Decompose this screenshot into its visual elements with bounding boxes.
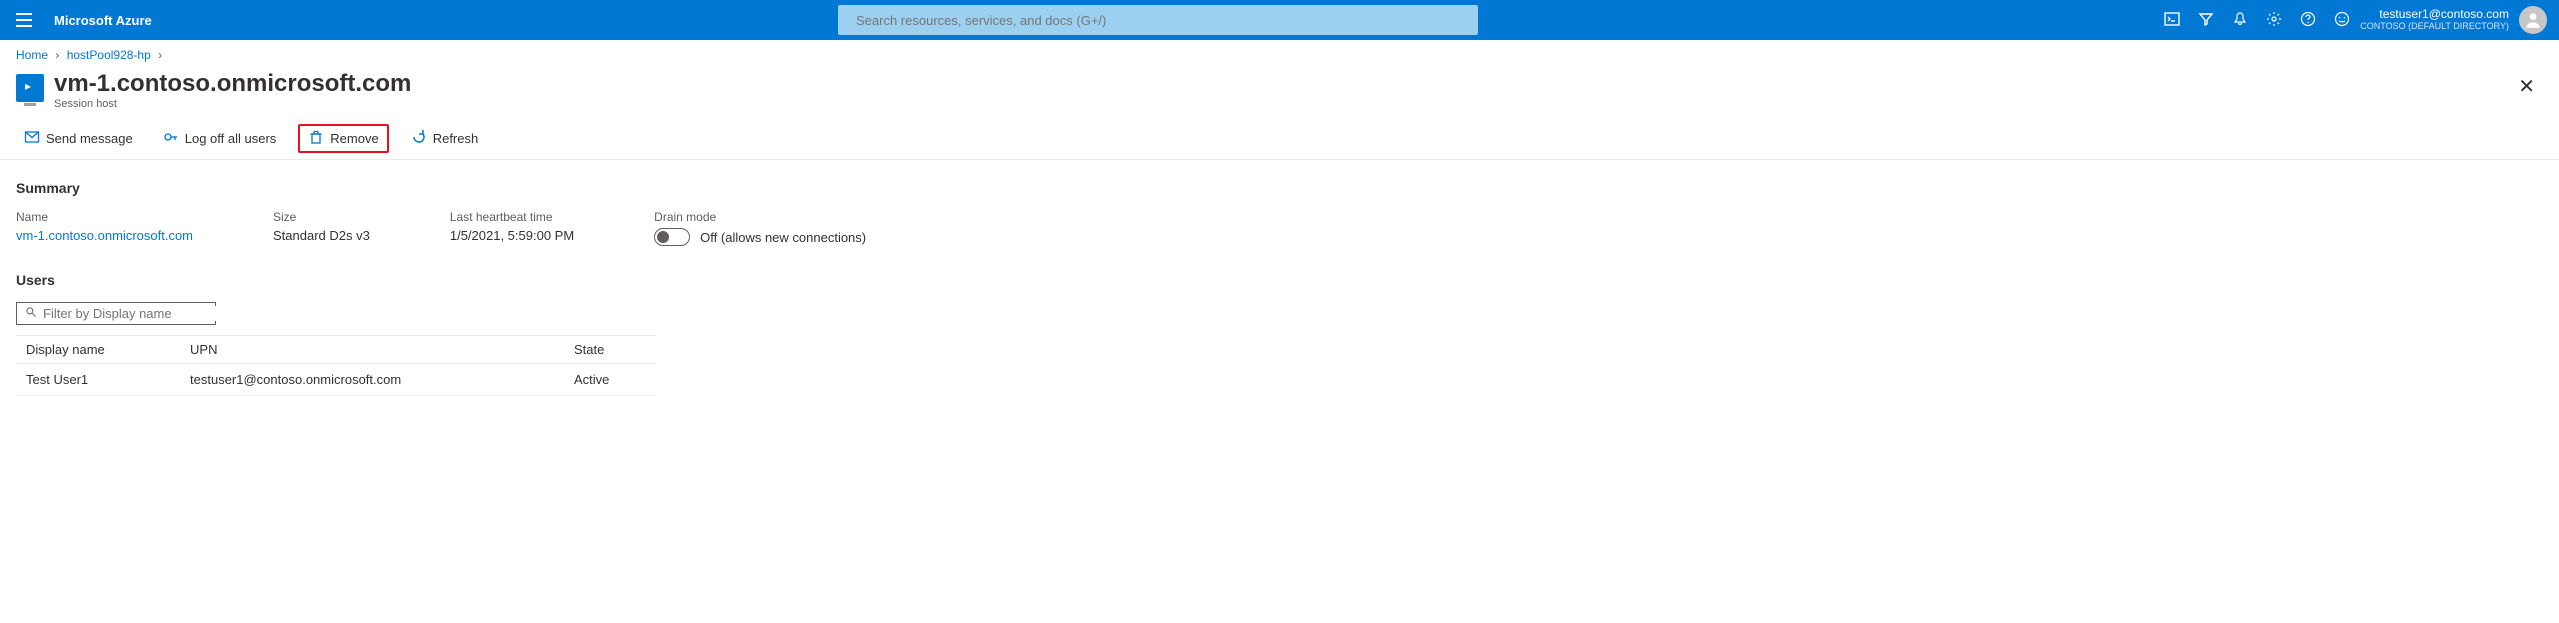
cell-state: Active [564,364,656,396]
users-table: Display name UPN State Test User1 testus… [16,335,656,396]
filter-box[interactable] [16,302,216,325]
users-heading: Users [16,272,2543,288]
help-icon[interactable] [2300,11,2316,30]
size-label: Size [273,210,370,224]
command-bar: Send message Log off all users Remove Re… [0,118,2559,160]
cloud-shell-icon[interactable] [2164,11,2180,30]
col-upn[interactable]: UPN [180,336,564,364]
heartbeat-label: Last heartbeat time [450,210,574,224]
settings-icon[interactable] [2266,11,2282,30]
cell-upn: testuser1@contoso.onmicrosoft.com [180,364,564,396]
send-message-button[interactable]: Send message [16,125,141,152]
filter-input[interactable] [43,306,219,321]
log-off-button[interactable]: Log off all users [155,125,285,152]
cell-display: Test User1 [16,364,180,396]
page-title: vm-1.contoso.onmicrosoft.com [54,70,411,98]
crumb-home[interactable]: Home [16,48,48,62]
account-directory: CONTOSO (DEFAULT DIRECTORY) [2360,22,2509,32]
account-email: testuser1@contoso.com [2360,8,2509,21]
filter-search-icon [25,306,37,321]
global-header: Microsoft Azure testuser1@contoso.com CO… [0,0,2559,40]
brand-label: Microsoft Azure [54,13,152,28]
notifications-icon[interactable] [2232,11,2248,30]
mail-icon [24,129,40,148]
directory-filter-icon[interactable] [2198,11,2214,30]
name-label: Name [16,210,193,224]
heartbeat-value: 1/5/2021, 5:59:00 PM [450,228,574,243]
col-display[interactable]: Display name [16,336,180,364]
page-subtitle: Session host [54,98,411,110]
account-label[interactable]: testuser1@contoso.com CONTOSO (DEFAULT D… [2360,8,2509,31]
size-value: Standard D2s v3 [273,228,370,243]
trash-icon [308,129,324,148]
close-icon[interactable]: ✕ [2510,70,2543,103]
breadcrumb: Home › hostPool928-hp › [0,40,2559,70]
table-row[interactable]: Test User1 testuser1@contoso.onmicrosoft… [16,364,656,396]
drain-label: Drain mode [654,210,866,224]
menu-button[interactable] [12,8,36,32]
avatar[interactable] [2519,6,2547,34]
feedback-icon[interactable] [2334,11,2350,30]
name-value[interactable]: vm-1.contoso.onmicrosoft.com [16,228,193,243]
remove-button[interactable]: Remove [298,124,388,153]
session-host-icon [16,74,44,102]
refresh-button[interactable]: Refresh [403,125,487,152]
refresh-icon [411,129,427,148]
key-icon [163,129,179,148]
crumb-hostpool[interactable]: hostPool928-hp [67,48,151,62]
search-input[interactable] [856,13,1468,28]
drain-value: Off (allows new connections) [700,230,866,245]
summary-heading: Summary [16,180,2543,196]
col-state[interactable]: State [564,336,656,364]
drain-toggle[interactable] [654,228,690,246]
global-search[interactable] [838,5,1478,35]
